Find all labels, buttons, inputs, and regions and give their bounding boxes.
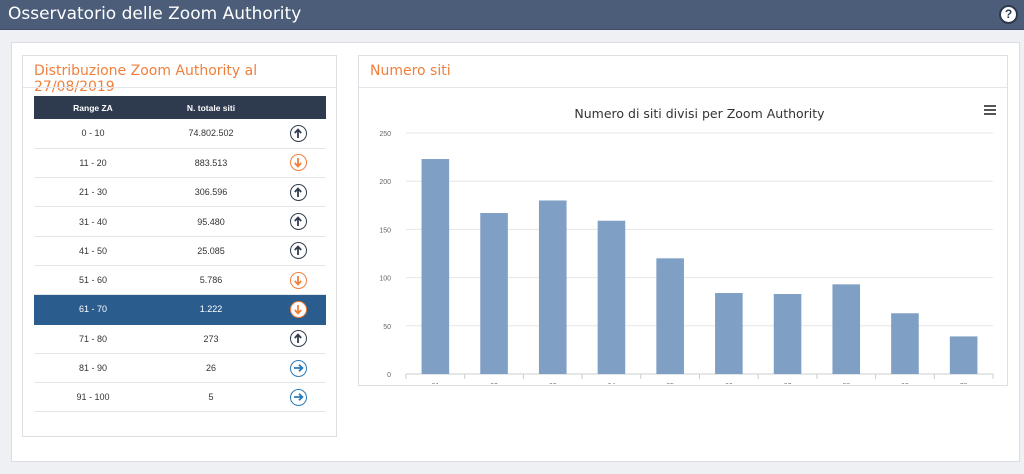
- distribution-panel-title: Distribuzione Zoom Authority al 27/08/20…: [34, 63, 258, 95]
- panel-divider: [359, 87, 1007, 88]
- table-row[interactable]: 31 - 40 95.480: [34, 206, 326, 237]
- total-cell: 883.513: [152, 148, 270, 179]
- trend-cell: [270, 265, 326, 296]
- bar: [891, 313, 919, 374]
- range-cell: 91 - 100: [34, 382, 152, 413]
- x-tick-label: 65: [666, 383, 674, 384]
- sites-chart-panel: Numero siti Numero di siti divisi per Zo…: [358, 55, 1008, 415]
- arrow-up-icon[interactable]: [289, 183, 307, 201]
- arrow-down-icon[interactable]: [289, 300, 307, 318]
- trend-cell: [270, 206, 326, 237]
- main-content: Distribuzione Zoom Authority al 27/08/20…: [11, 42, 1020, 462]
- total-cell: 26: [152, 353, 270, 384]
- range-cell: 11 - 20: [34, 148, 152, 179]
- bar-chart: Numero di siti divisi per Zoom Authority…: [379, 106, 994, 415]
- trend-cell: [270, 324, 326, 354]
- x-tick-label: 61: [431, 383, 439, 384]
- table-row[interactable]: 61 - 70 1.222: [34, 294, 326, 325]
- trend-cell: [270, 236, 326, 266]
- help-button[interactable]: ?: [999, 5, 1018, 24]
- chart-menu-icon[interactable]: [984, 105, 998, 117]
- arrow-up-icon[interactable]: [289, 124, 307, 142]
- chart-container: Numero di siti divisi per Zoom Authority…: [361, 91, 1006, 415]
- trend-cell: [270, 177, 326, 208]
- arrow-down-icon[interactable]: [289, 271, 307, 289]
- x-tick-label: 69: [901, 383, 909, 384]
- arrow-up-icon[interactable]: [289, 213, 307, 231]
- y-tick-label: 200: [379, 179, 391, 186]
- bar: [597, 220, 626, 374]
- table-row[interactable]: 71 - 80 273: [34, 324, 326, 354]
- bar: [949, 336, 978, 374]
- bar: [832, 284, 861, 374]
- total-cell: 5.786: [152, 265, 270, 296]
- table-row[interactable]: 21 - 30 306.596: [34, 177, 326, 208]
- range-cell: 21 - 30: [34, 177, 152, 208]
- table-row[interactable]: 51 - 60 5.786: [34, 265, 326, 296]
- arrow-right-icon[interactable]: [289, 359, 307, 377]
- arrow-up-icon[interactable]: [289, 242, 307, 260]
- trend-cell: [270, 382, 326, 413]
- total-cell: 74.802.502: [152, 119, 270, 149]
- sites-chart-panel-title: Numero siti: [370, 63, 451, 79]
- bar: [656, 258, 684, 374]
- column-header-range: Range ZA: [34, 96, 152, 119]
- x-tick-label: 68: [842, 383, 850, 384]
- column-header-total: N. totale siti: [152, 96, 270, 119]
- y-tick-label: 100: [379, 276, 391, 283]
- x-tick-label: 64: [608, 383, 616, 384]
- panel-divider: [23, 87, 336, 88]
- range-cell: 71 - 80: [34, 324, 152, 354]
- x-tick-label: 67: [784, 383, 792, 384]
- table-row[interactable]: 11 - 20 883.513: [34, 148, 326, 179]
- table-row[interactable]: 81 - 90 26: [34, 353, 326, 384]
- arrow-up-icon[interactable]: [289, 330, 307, 348]
- range-cell: 31 - 40: [34, 206, 152, 237]
- x-tick-label: 66: [725, 383, 733, 384]
- bar: [421, 159, 450, 374]
- total-cell: 5: [152, 382, 270, 413]
- range-cell: 0 - 10: [34, 119, 152, 149]
- range-cell: 41 - 50: [34, 236, 152, 266]
- x-tick-label: 63: [549, 383, 557, 384]
- x-tick-label: 70: [960, 383, 968, 384]
- range-cell: 51 - 60: [34, 265, 152, 296]
- bar: [715, 293, 743, 374]
- distribution-panel: Distribuzione Zoom Authority al 27/08/20…: [22, 55, 337, 437]
- table-row[interactable]: 0 - 10 74.802.502: [34, 119, 326, 149]
- trend-cell: [270, 148, 326, 179]
- distribution-table: Range ZA N. totale siti 0 - 10 74.802.502…: [34, 96, 326, 413]
- y-tick-label: 250: [379, 131, 391, 138]
- trend-cell: [270, 119, 326, 149]
- bar: [538, 200, 567, 374]
- range-cell: 81 - 90: [34, 353, 152, 384]
- arrow-right-icon[interactable]: [289, 388, 307, 406]
- chart-title: Numero di siti divisi per Zoom Authority: [574, 106, 825, 121]
- bar: [773, 293, 802, 374]
- top-bar: Osservatorio delle Zoom Authority ?: [0, 0, 1024, 30]
- total-cell: 25.085: [152, 236, 270, 266]
- column-header-trend: [270, 96, 326, 119]
- range-cell: 61 - 70: [34, 294, 152, 325]
- y-tick-label: 150: [379, 227, 391, 234]
- x-tick-label: 62: [490, 383, 498, 384]
- table-row[interactable]: 91 - 100 5: [34, 382, 326, 413]
- arrow-down-icon[interactable]: [289, 154, 307, 172]
- trend-cell: [270, 294, 326, 325]
- table-row[interactable]: 41 - 50 25.085: [34, 236, 326, 266]
- trend-cell: [270, 353, 326, 384]
- page-title: Osservatorio delle Zoom Authority: [8, 4, 302, 24]
- y-tick-label: 0: [387, 372, 391, 379]
- total-cell: 95.480: [152, 206, 270, 237]
- table-body: 0 - 10 74.802.502 11 - 20 883.513 21 - 30 306…: [34, 119, 326, 413]
- bar: [480, 213, 508, 374]
- total-cell: 1.222: [152, 294, 270, 325]
- total-cell: 273: [152, 324, 270, 354]
- total-cell: 306.596: [152, 177, 270, 208]
- table-header-row: Range ZA N. totale siti: [34, 96, 326, 119]
- y-tick-label: 50: [383, 324, 391, 331]
